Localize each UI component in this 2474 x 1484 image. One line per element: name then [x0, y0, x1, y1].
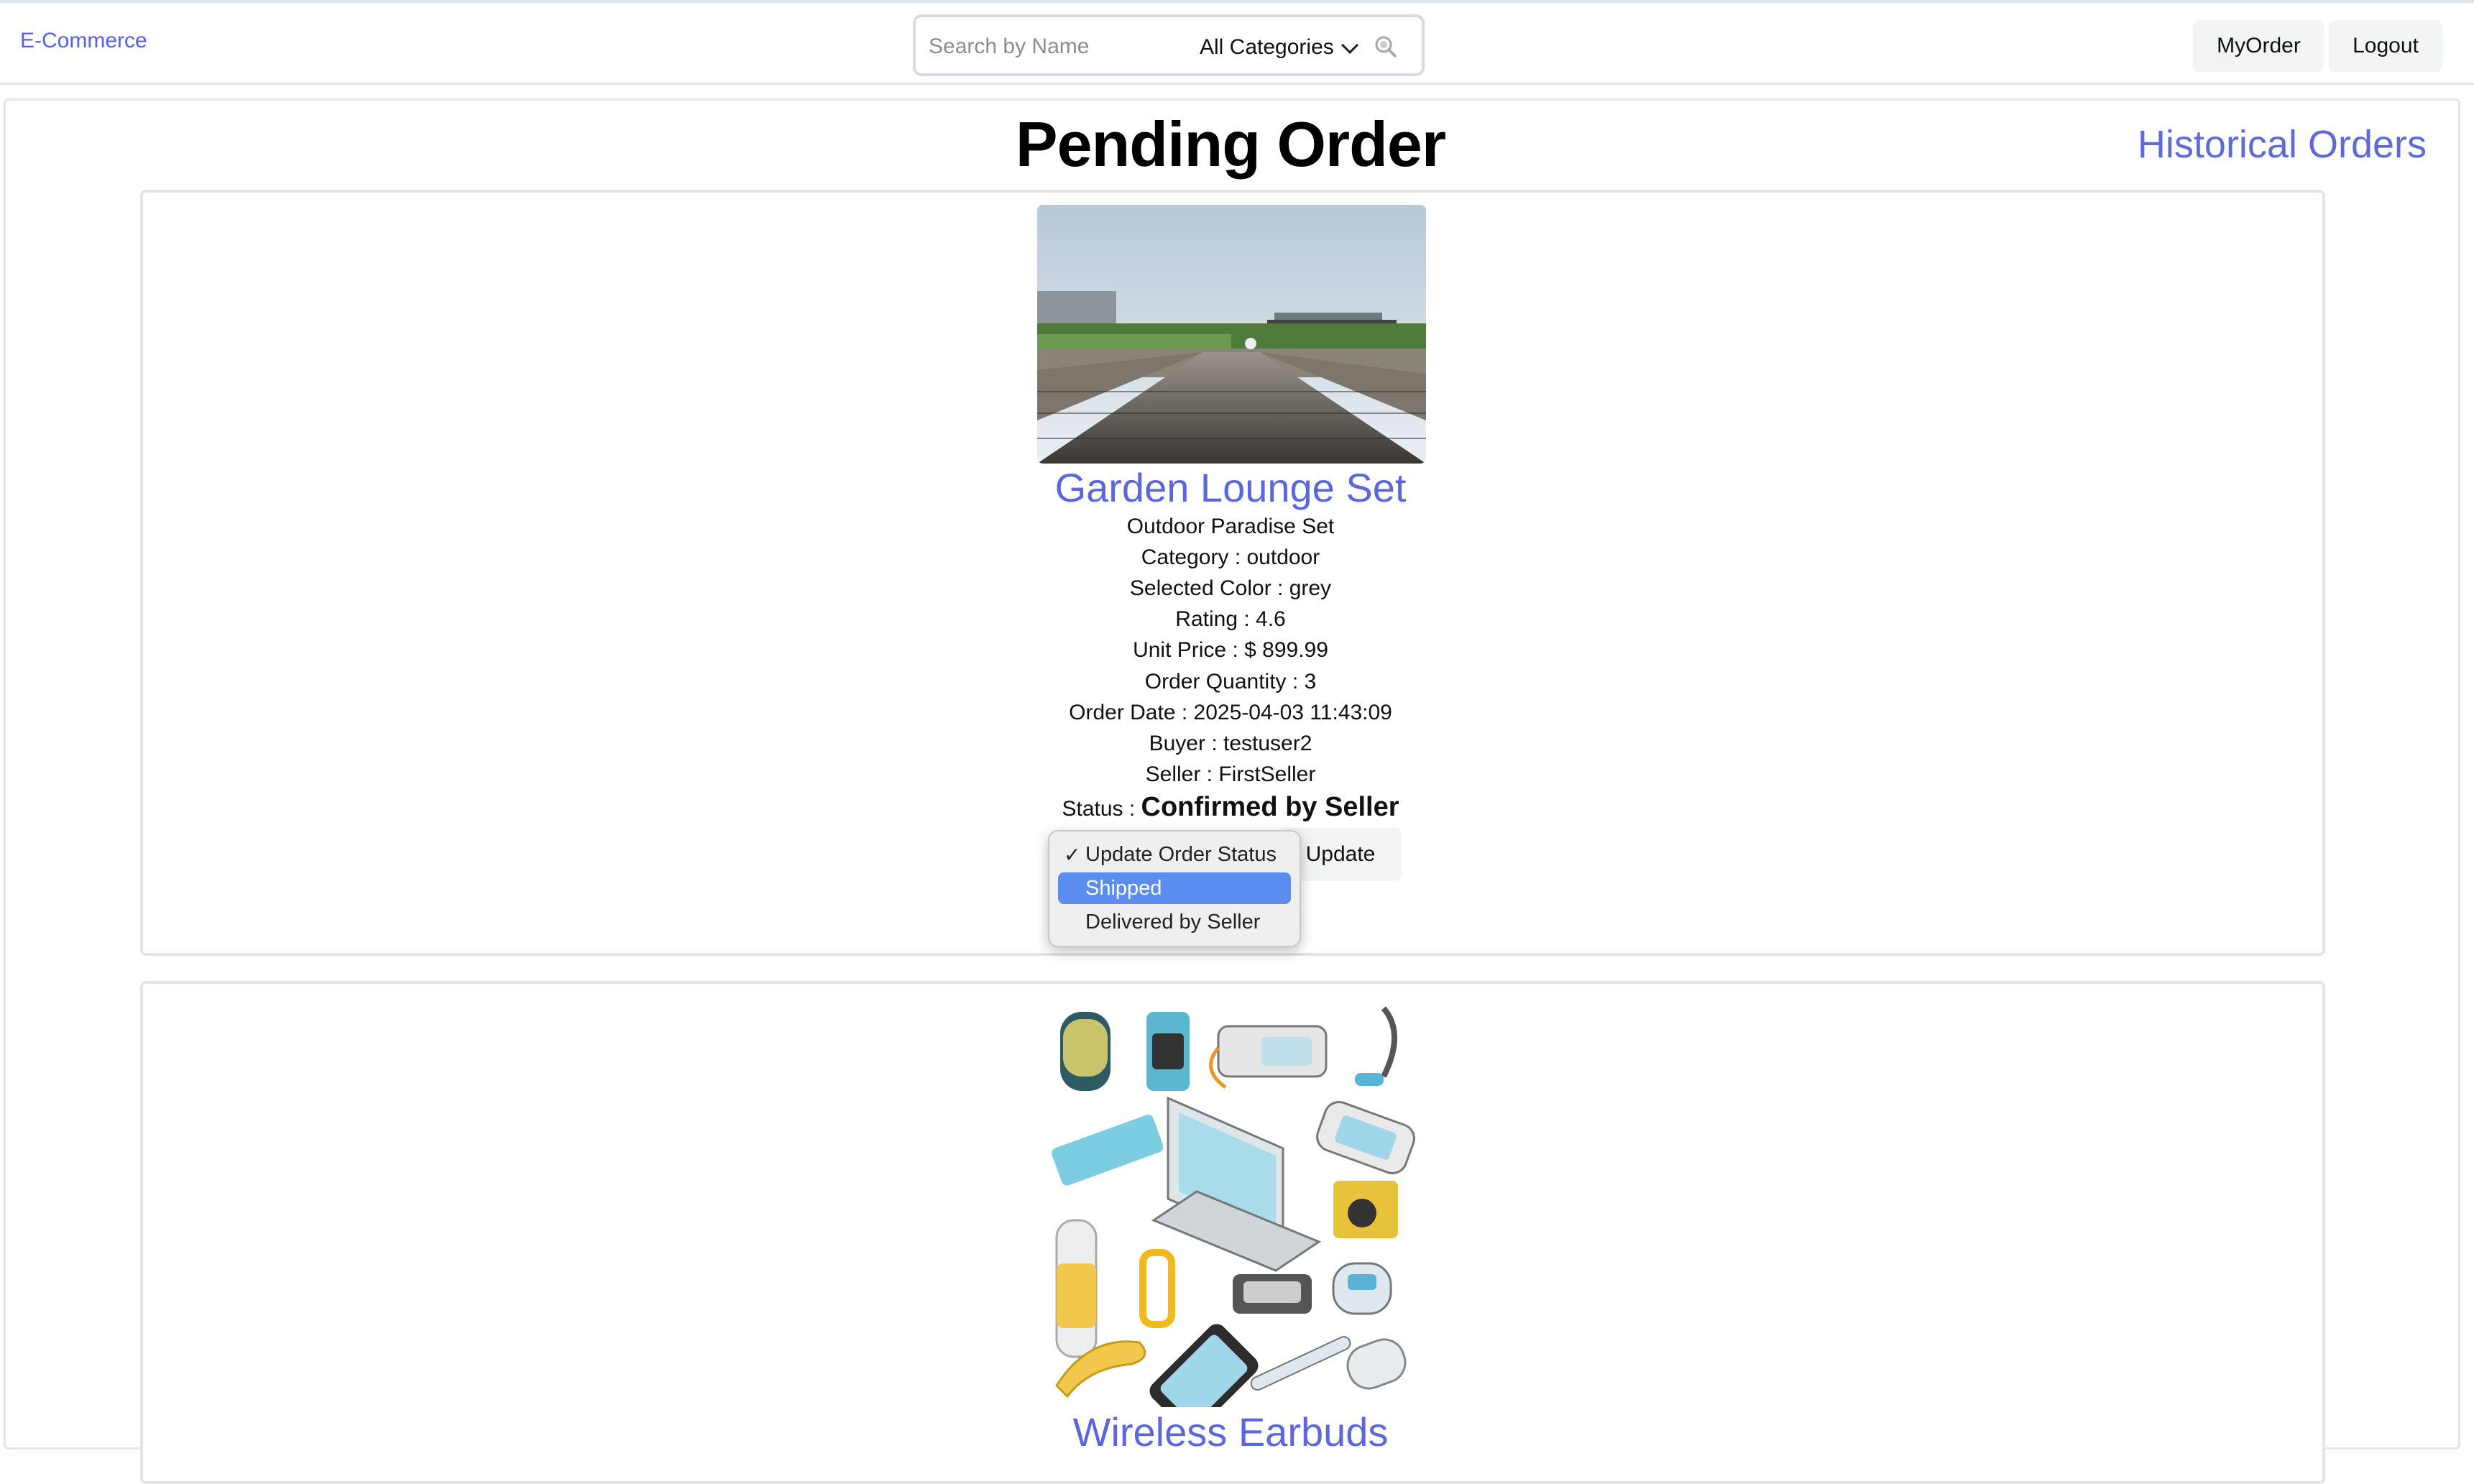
buyer-name: Buyer : testuser2	[1149, 732, 1312, 755]
category-select[interactable]: All Categories	[1200, 32, 1358, 63]
order-quantity: Order Quantity : 3	[1144, 670, 1317, 693]
status-option-shipped[interactable]: Shipped	[1058, 872, 1291, 904]
status-option-label: Delivered by Seller	[1085, 910, 1261, 934]
seller-name: Seller : FirstSeller	[1145, 762, 1316, 786]
search-bar: All Categories	[913, 14, 1425, 76]
product-rating: Rating : 4.6	[1175, 607, 1286, 631]
product-name[interactable]: Garden Lounge Set	[0, 464, 2461, 511]
status-option-update-order-status[interactable]: ✓ Update Order Status	[1058, 839, 1291, 870]
order-status-dropdown[interactable]: ✓ Update Order Status Shipped Delivered …	[1048, 830, 1301, 947]
category-select-value: All Categories	[1200, 35, 1334, 59]
search-input[interactable]	[927, 30, 1167, 63]
status-label: Status :	[1062, 797, 1141, 821]
order-status: Status : Confirmed by Seller	[0, 792, 2461, 823]
product-category: Category : outdoor	[1141, 545, 1320, 569]
chevron-down-icon	[1341, 36, 1358, 54]
selected-color: Selected Color : grey	[1129, 576, 1332, 600]
status-option-label: Shipped	[1085, 876, 1162, 900]
top-navbar: E-Commerce All Categories MyOrder Logout	[0, 0, 2474, 85]
unit-price: Unit Price : $ 899.99	[1133, 638, 1328, 662]
product-description: Outdoor Paradise Set	[1126, 515, 1335, 538]
order-date: Order Date : 2025-04-03 11:43:09	[1069, 701, 1392, 724]
page-title: Pending Order	[1015, 109, 1446, 180]
search-button[interactable]	[1372, 33, 1401, 62]
search-icon	[1375, 36, 1397, 57]
product-image	[1037, 205, 1426, 464]
product-image	[1046, 1005, 1420, 1433]
brand-link[interactable]: E-Commerce	[20, 29, 147, 53]
status-option-delivered-by-seller[interactable]: Delivered by Seller	[1058, 906, 1291, 938]
historical-orders-link[interactable]: Historical Orders	[2138, 122, 2427, 167]
status-option-label: Update Order Status	[1085, 842, 1277, 866]
my-order-button[interactable]: MyOrder	[2193, 20, 2324, 72]
logout-button[interactable]: Logout	[2329, 20, 2442, 72]
status-value: Confirmed by Seller	[1141, 792, 1399, 822]
checkmark-icon: ✓	[1064, 844, 1081, 866]
product-name[interactable]: Wireless Earbuds	[0, 1409, 2461, 1455]
